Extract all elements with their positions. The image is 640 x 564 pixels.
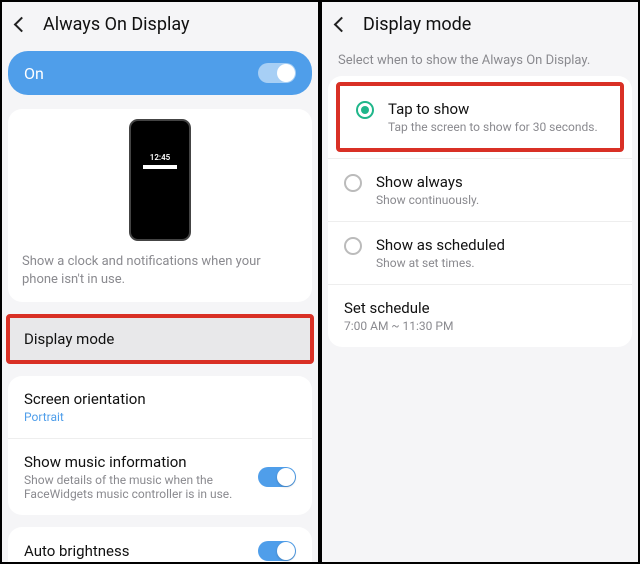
auto-brightness-row[interactable]: Auto brightness [8, 527, 312, 564]
preview-desc: Show a clock and notifications when your… [22, 253, 298, 288]
left-panel: Always On Display On 12:45 Show a clock … [0, 0, 320, 564]
option-label: Tap to show [388, 100, 598, 118]
option-show-always[interactable]: Show always Show continuously. [328, 158, 632, 221]
right-panel: Display mode Select when to show the Alw… [320, 0, 640, 564]
aod-toggle-label: On [24, 64, 44, 83]
instruction-text: Select when to show the Always On Displa… [322, 45, 638, 72]
radio-icon[interactable] [356, 101, 374, 119]
music-switch[interactable] [258, 467, 296, 487]
display-mode-label: Display mode [24, 330, 296, 348]
music-desc: Show details of the music when the FaceW… [24, 473, 248, 501]
option-label: Show as scheduled [376, 236, 505, 254]
option-desc: Show at set times. [376, 256, 505, 270]
option-label: Show always [376, 173, 479, 191]
option-show-scheduled[interactable]: Show as scheduled Show at set times. [328, 221, 632, 284]
schedule-label: Set schedule [344, 299, 453, 317]
right-header: Display mode [322, 2, 638, 45]
phone-preview: 12:45 [129, 119, 191, 241]
brightness-label: Auto brightness [24, 542, 129, 560]
option-tap-to-show[interactable]: Tap to show Tap the screen to show for 3… [340, 86, 620, 148]
option-desc: Show continuously. [376, 193, 479, 207]
back-icon[interactable] [334, 17, 350, 33]
left-header: Always On Display [2, 2, 318, 45]
schedule-value: 7:00 AM ~ 11:30 PM [344, 319, 453, 333]
settings-card: Screen orientation Portrait Show music i… [8, 376, 312, 515]
music-info-row[interactable]: Show music information Show details of t… [8, 438, 312, 515]
brightness-switch[interactable] [258, 541, 296, 561]
set-schedule-row[interactable]: Set schedule 7:00 AM ~ 11:30 PM [328, 284, 632, 347]
display-mode-row[interactable]: Display mode [6, 314, 314, 364]
preview-time: 12:45 [131, 153, 189, 162]
back-icon[interactable] [14, 17, 30, 33]
radio-icon[interactable] [344, 174, 362, 192]
brightness-card: Auto brightness [8, 527, 312, 564]
highlighted-option: Tap to show Tap the screen to show for 3… [336, 82, 624, 152]
page-title: Display mode [363, 14, 471, 35]
preview-card: 12:45 Show a clock and notifications whe… [8, 109, 312, 302]
orientation-value: Portrait [24, 410, 146, 424]
aod-toggle-row[interactable]: On [8, 51, 312, 95]
preview-bar [143, 165, 177, 169]
music-label: Show music information [24, 453, 248, 471]
orientation-label: Screen orientation [24, 390, 146, 408]
radio-icon[interactable] [344, 237, 362, 255]
aod-switch[interactable] [258, 63, 296, 83]
option-desc: Tap the screen to show for 30 seconds. [388, 120, 598, 134]
page-title: Always On Display [43, 14, 190, 35]
options-card: Tap to show Tap the screen to show for 3… [328, 76, 632, 347]
screen-orientation-row[interactable]: Screen orientation Portrait [8, 376, 312, 438]
